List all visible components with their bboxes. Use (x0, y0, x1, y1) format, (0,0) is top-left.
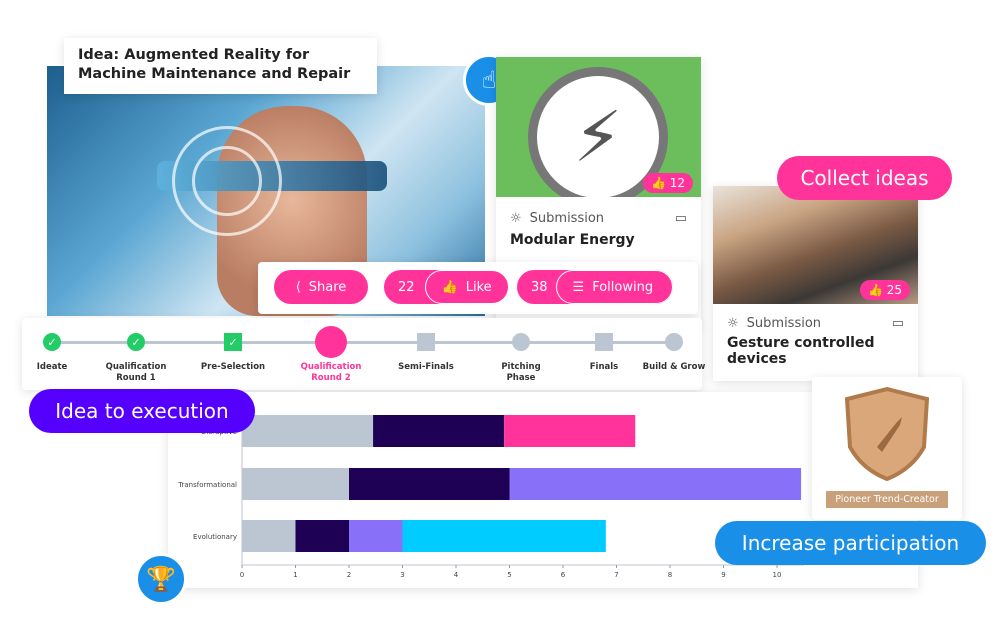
lightbulb-icon: ☼ (727, 316, 739, 331)
thumbs-up-icon: 👍 (441, 279, 458, 295)
x-tick-label: 0 (240, 571, 244, 579)
x-tick-label: 1 (293, 571, 297, 579)
list-icon: ☰ (572, 279, 585, 295)
collect-ideas-pill: Collect ideas (777, 156, 952, 200)
rocket-shield-icon (844, 386, 930, 482)
idea-to-execution-pill: Idea to execution (29, 389, 255, 433)
x-tick-label: 4 (454, 571, 459, 579)
card-type: Submission (746, 316, 822, 331)
stepper-track (52, 341, 674, 344)
stage-label: Qualification Round 1 (105, 362, 167, 383)
hologram-ring (192, 146, 262, 216)
x-tick-label: 3 (400, 571, 404, 579)
stage-label: Finals (589, 362, 619, 372)
like-count: 12 (669, 176, 685, 190)
monitor-icon: ▭ (674, 211, 687, 226)
badge-label: Pioneer Trend-Creator (826, 491, 948, 508)
x-tick-label: 9 (721, 571, 725, 579)
stage-marker[interactable] (417, 333, 435, 351)
bar-segment (242, 415, 374, 447)
stage-label: Pre-Selection (200, 362, 266, 372)
stage-label: Qualification Round 2 (300, 362, 362, 383)
monitor-icon: ▭ (891, 316, 904, 331)
x-tick-label: 10 (773, 571, 782, 579)
like-label: Like (465, 279, 492, 295)
like-count: 22 (398, 279, 415, 295)
share-button[interactable]: ⟨ Share (274, 270, 368, 304)
stage-marker[interactable] (315, 326, 347, 358)
stage-label: Build & Grow (642, 362, 706, 372)
x-tick-label: 6 (561, 571, 566, 579)
following-label: Following (592, 279, 654, 295)
achievement-badge: Pioneer Trend-Creator (812, 377, 962, 520)
submission-card[interactable]: 👍 25 ☼ Submission ▭ Gesture controlled dev… (713, 186, 918, 381)
card-title: Gesture controlled devices (727, 335, 875, 367)
stage-label: Ideate (36, 362, 68, 372)
bar-segment (349, 520, 403, 552)
following-button[interactable]: 38 ☰ Following (517, 270, 673, 304)
like-count-badge: 👍 25 (859, 280, 910, 300)
x-tick-label: 8 (668, 571, 672, 579)
bar-segment (242, 520, 296, 552)
trophy-icon: 🏆 (135, 553, 187, 605)
bar-segment (242, 468, 349, 500)
share-label: Share (308, 279, 347, 295)
stage-marker[interactable]: ✓ (127, 333, 145, 351)
stage-marker[interactable]: ✓ (224, 333, 242, 351)
x-tick-label: 5 (507, 571, 511, 579)
x-tick-label: 2 (347, 571, 351, 579)
stage-marker[interactable] (665, 333, 683, 351)
card-image: ⚡ 👍 12 (496, 57, 701, 197)
card-title: Modular Energy (510, 232, 635, 248)
bar-segment (402, 520, 606, 552)
stage-label: Semi-Finals (398, 362, 454, 372)
like-button[interactable]: 22 👍 Like (384, 270, 509, 304)
x-tick-label: 7 (614, 571, 618, 579)
bar-segment (349, 468, 510, 500)
like-count: 25 (886, 283, 902, 297)
bar-segment (509, 468, 802, 500)
idea-actions-bar: ⟨ Share 22 👍 Like 38 ☰ Following (258, 262, 698, 314)
card-image: 👍 25 (713, 186, 918, 304)
bar-segment (504, 415, 636, 447)
category-label: Evolutionary (193, 533, 237, 541)
bar-segment (373, 415, 505, 447)
stage-marker[interactable] (512, 333, 530, 351)
phase-stepper: ✓ Ideate ✓ Qualification Round 1 ✓ Pre-Select… (22, 318, 705, 390)
card-type: Submission (529, 211, 605, 226)
idea-title: Idea: Augmented Reality for Machine Main… (64, 38, 377, 94)
follow-count: 38 (531, 279, 548, 295)
category-label: Transformational (177, 481, 237, 489)
bar-segment (295, 520, 349, 552)
like-count-badge: 👍 12 (642, 173, 693, 193)
lightbulb-icon: ☼ (510, 211, 522, 226)
increase-participation-pill: Increase participation (715, 521, 986, 565)
stage-marker[interactable] (595, 333, 613, 351)
stage-marker[interactable]: ✓ (43, 333, 61, 351)
share-icon: ⟨ (295, 279, 301, 295)
stage-label: Pitching Phase (501, 362, 541, 383)
